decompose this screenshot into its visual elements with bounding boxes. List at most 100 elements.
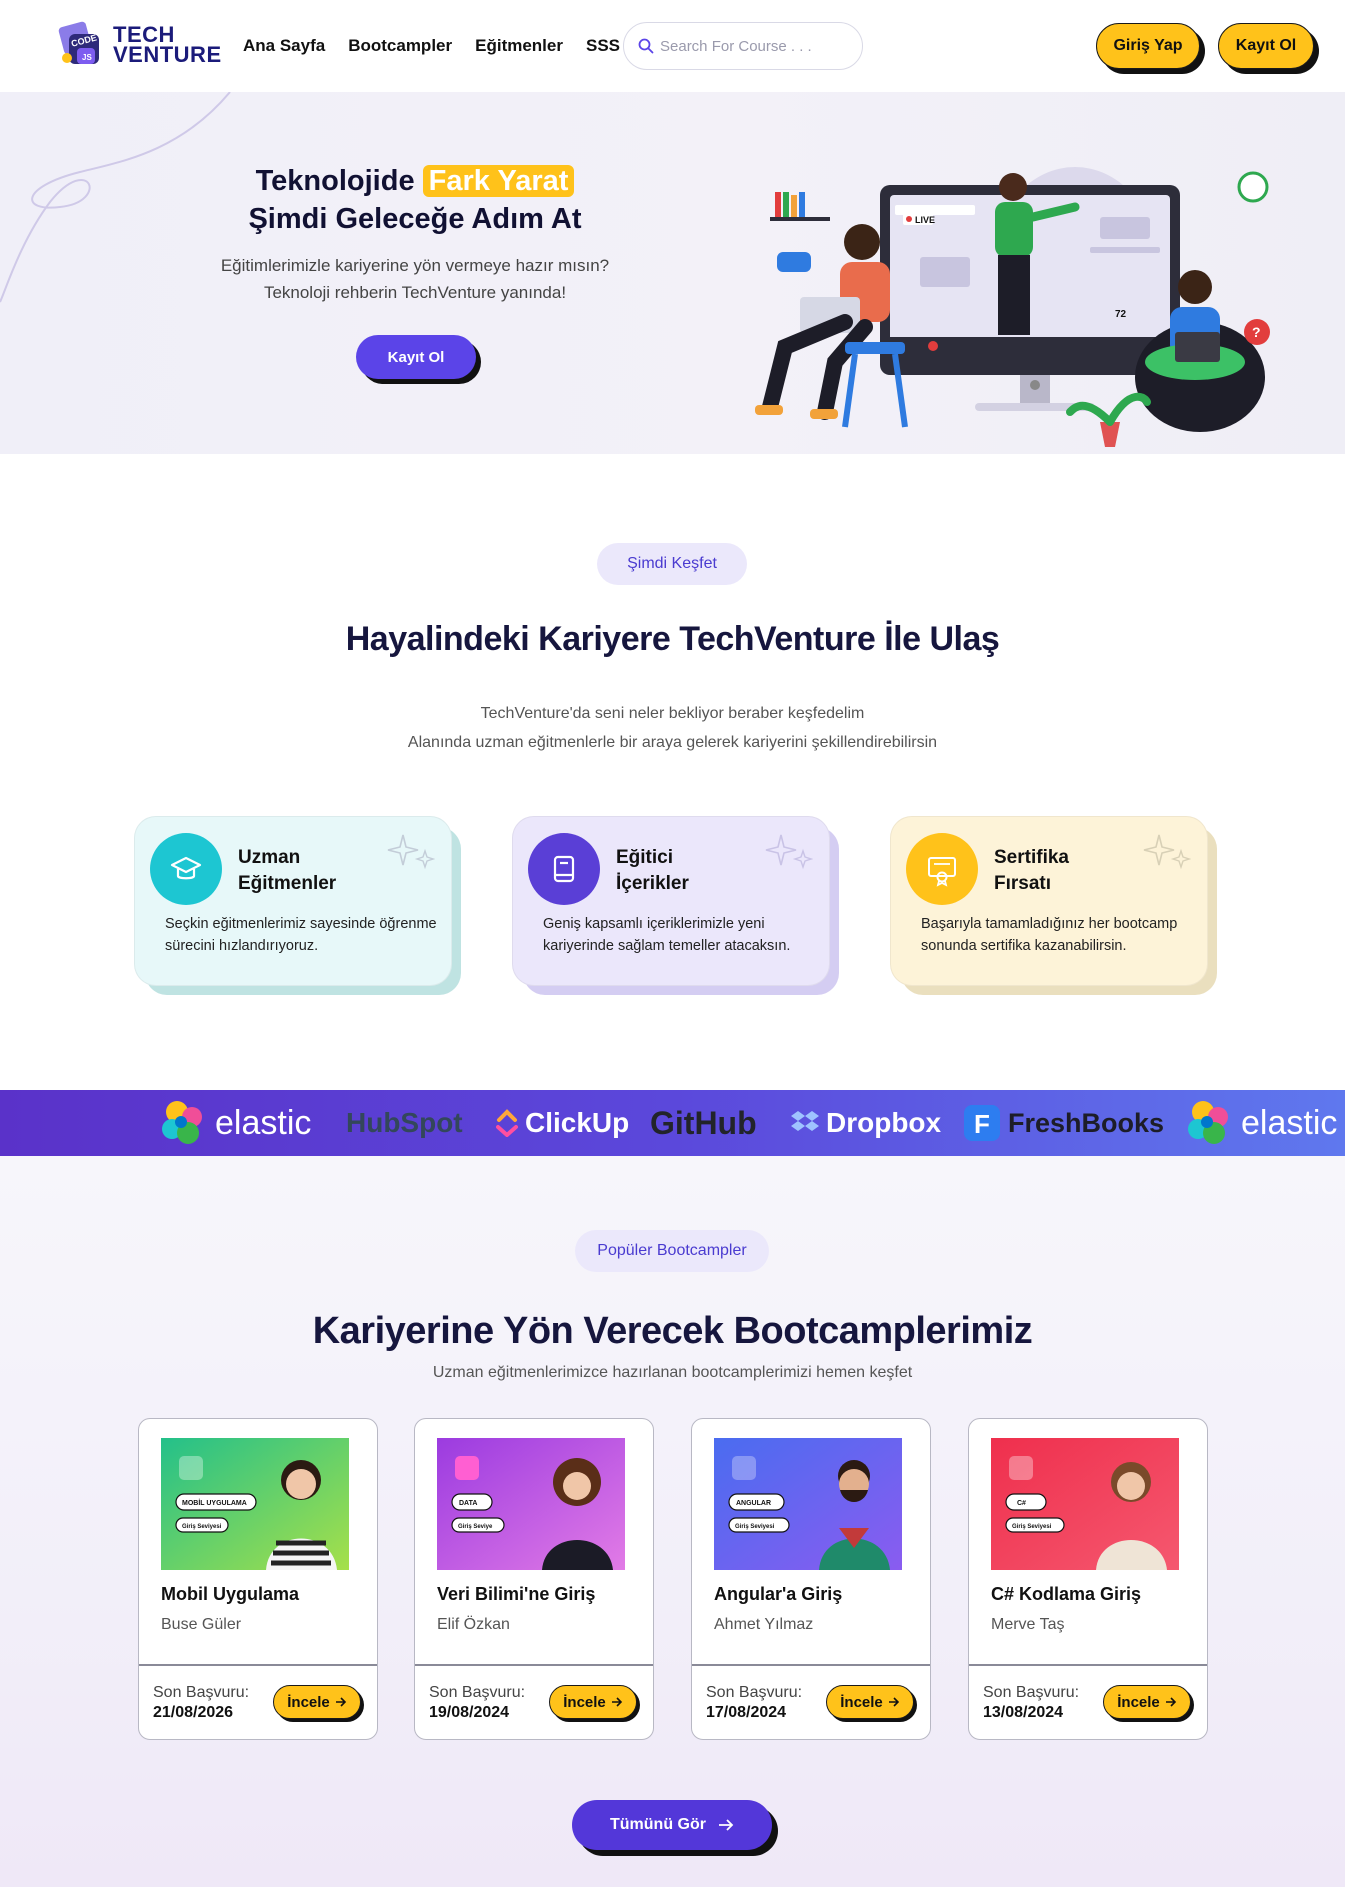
discover-subtitle-line1: TechVenture'da seni neler bekliyor berab… bbox=[480, 705, 865, 722]
partner-name: FreshBooks bbox=[1008, 1107, 1165, 1138]
feature-title: Eğitici İçerikler bbox=[616, 845, 746, 897]
deadline-label: Son Başvuru: bbox=[706, 1684, 803, 1701]
brand-name: TECH VENTURE bbox=[113, 24, 222, 67]
thumbnail-tag: C# bbox=[1017, 1500, 1026, 1507]
feature-title-line2: İçerikler bbox=[616, 873, 689, 894]
nav-bootcamps[interactable]: Bootcampler bbox=[348, 36, 452, 56]
arrow-right-icon bbox=[1165, 1697, 1176, 1707]
login-button[interactable]: Giriş Yap bbox=[1096, 23, 1200, 69]
discover-subtitle-line2: Alanında uzman eğitmenlerle bir araya ge… bbox=[407, 734, 938, 751]
inspect-button[interactable]: İncele bbox=[273, 1685, 361, 1719]
partner-logo-freshbooks: F FreshBooks bbox=[962, 1090, 1164, 1156]
live-label: LIVE bbox=[915, 215, 935, 225]
bootcamp-instructor: Ahmet Yılmaz bbox=[714, 1616, 814, 1633]
inspect-button-label: İncele bbox=[563, 1693, 606, 1711]
certificate-icon bbox=[906, 833, 978, 905]
partner-logo-dropbox: Dropbox bbox=[790, 1090, 941, 1156]
inspect-button-label: İncele bbox=[1117, 1693, 1160, 1711]
arrow-right-icon bbox=[335, 1697, 346, 1707]
inspect-button[interactable]: İncele bbox=[826, 1685, 914, 1719]
search-box bbox=[623, 22, 863, 70]
bootcamp-instructor: Buse Güler bbox=[161, 1616, 242, 1633]
partner-name: elastic bbox=[215, 1103, 312, 1142]
svg-text:?: ? bbox=[1252, 324, 1261, 340]
inspect-button[interactable]: İncele bbox=[549, 1685, 637, 1719]
bootcamp-card[interactable]: ANGULAR Giriş Seviyesi Angular'a Giriş A… bbox=[691, 1418, 931, 1740]
deadline-date: 21/08/2026 bbox=[153, 1704, 234, 1721]
thumbnail-level: Giriş Seviye bbox=[458, 1524, 493, 1530]
brand-line2: VENTURE bbox=[113, 42, 222, 67]
search-input[interactable] bbox=[660, 37, 840, 55]
thumbnail-level: Giriş Seviyesi bbox=[1012, 1524, 1052, 1530]
bootcamp-card[interactable]: DATA Giriş Seviye Veri Bilimi'ne Giriş E… bbox=[414, 1418, 654, 1740]
feature-description: Seçkin eğitmenlerimiz sayesinde öğrenme … bbox=[165, 916, 437, 954]
partner-logo-strip: elastic HubSpot ClickUp GitHub Dropbox F… bbox=[0, 1090, 1345, 1156]
bootcamp-title: Veri Bilimi'ne Giriş bbox=[437, 1584, 596, 1604]
graduation-cap-icon bbox=[150, 833, 222, 905]
discover-title: Hayalindeki Kariyere TechVenture İle Ula… bbox=[345, 620, 1000, 658]
inspect-button[interactable]: İncele bbox=[1103, 1685, 1191, 1719]
thumbnail-tag: DATA bbox=[459, 1500, 477, 1507]
bootcamp-thumbnail: C# Giriş Seviyesi bbox=[991, 1438, 1179, 1570]
hero-illustration: LIVE 72 ? bbox=[755, 167, 1270, 447]
bootcamp-instructor: Elif Özkan bbox=[437, 1616, 510, 1633]
feature-title-line1: Uzman bbox=[238, 847, 301, 868]
sparkle-icon bbox=[1143, 834, 1191, 870]
deadline-date: 13/08/2024 bbox=[983, 1704, 1064, 1721]
partner-name: elastic bbox=[1241, 1103, 1338, 1142]
nav-faq[interactable]: SSS bbox=[586, 36, 620, 56]
arrow-right-icon bbox=[888, 1697, 899, 1707]
thumbnail-level: Giriş Seviyesi bbox=[735, 1524, 775, 1530]
see-all-button[interactable]: Tümünü Gör bbox=[572, 1800, 772, 1850]
book-icon bbox=[528, 833, 600, 905]
hero-title-highlight: Fark Yarat bbox=[422, 165, 575, 197]
deadline-label: Son Başvuru: bbox=[429, 1684, 526, 1701]
deadline-date: 19/08/2024 bbox=[429, 1704, 510, 1721]
arrow-right-icon bbox=[611, 1697, 622, 1707]
hero-signup-button[interactable]: Kayıt Ol bbox=[356, 335, 476, 379]
svg-text:F: F bbox=[974, 1109, 990, 1139]
hero-subtitle-line2: Teknoloji rehberin TechVenture yanında! bbox=[263, 283, 567, 302]
partner-name: Dropbox bbox=[826, 1107, 942, 1138]
bootcamp-card[interactable]: C# Giriş Seviyesi C# Kodlama Giriş Merve… bbox=[968, 1418, 1208, 1740]
partner-logo-github: GitHub bbox=[650, 1090, 757, 1156]
bootcamp-instructor: Merve Taş bbox=[991, 1616, 1065, 1633]
feature-card-certificate: Sertifika Fırsatı Başarıyla tamamladığını… bbox=[890, 816, 1217, 995]
nav-home[interactable]: Ana Sayfa bbox=[243, 36, 325, 56]
bootcamp-thumbnail: MOBİL UYGULAMA Giriş Seviyesi bbox=[161, 1438, 349, 1570]
bootcamp-card[interactable]: MOBİL UYGULAMA Giriş Seviyesi Mobil Uygu… bbox=[138, 1418, 378, 1740]
freshbooks-icon: F bbox=[964, 1105, 1000, 1141]
bootcamp-title: C# Kodlama Giriş bbox=[991, 1584, 1142, 1604]
thumbnail-tag: ANGULAR bbox=[736, 1500, 771, 1507]
partner-logo-clickup: ClickUp bbox=[495, 1090, 629, 1156]
bootcamp-thumbnail: ANGULAR Giriş Seviyesi bbox=[714, 1438, 902, 1570]
hero-subtitle: Eğitimlerimizle kariyerine yön vermeye h… bbox=[190, 252, 640, 306]
feature-title-line2: Eğitmenler bbox=[238, 873, 337, 894]
hero-title: Teknolojide Fark Yarat Şimdi Geleceğe Ad… bbox=[190, 162, 640, 238]
dropbox-icon bbox=[791, 1111, 819, 1131]
hero-title-pre: Teknolojide bbox=[255, 165, 415, 197]
feature-description: Geniş kapsamlı içeriklerimizle yeni kari… bbox=[543, 916, 791, 954]
brand-logo[interactable]: CODE JS TECH VENTURE bbox=[55, 20, 222, 70]
svg-text:JS: JS bbox=[82, 53, 92, 62]
partner-name: GitHub bbox=[650, 1104, 757, 1141]
signup-button[interactable]: Kayıt Ol bbox=[1218, 23, 1314, 69]
partner-logo-elastic-2: elastic bbox=[1183, 1090, 1337, 1156]
partner-logo-elastic: elastic bbox=[157, 1090, 311, 1156]
partner-name: HubSpot bbox=[346, 1107, 463, 1138]
arrow-right-icon bbox=[718, 1819, 734, 1831]
feature-title-line2: Fırsatı bbox=[994, 873, 1052, 894]
bootcamp-title: Angular'a Giriş bbox=[714, 1584, 843, 1604]
popular-pill: Popüler Bootcampler bbox=[575, 1230, 769, 1272]
feature-title-line1: Sertifika bbox=[994, 847, 1069, 868]
feature-description: Başarıyla tamamladığınız her bootcamp so… bbox=[921, 916, 1178, 954]
partner-logo-hubspot: HubSpot bbox=[346, 1090, 463, 1156]
sparkle-icon bbox=[387, 834, 435, 870]
deadline-label: Son Başvuru: bbox=[153, 1684, 250, 1701]
hero-title-line2: Şimdi Geleceğe Adım At bbox=[248, 203, 582, 235]
elastic-icon bbox=[162, 1101, 202, 1144]
bootcamps-subtitle: Uzman eğitmenlerimizce hazırlanan bootca… bbox=[432, 1364, 913, 1381]
nav-instructors[interactable]: Eğitmenler bbox=[475, 36, 563, 56]
deadline-date: 17/08/2024 bbox=[706, 1704, 787, 1721]
clickup-icon bbox=[496, 1109, 518, 1137]
